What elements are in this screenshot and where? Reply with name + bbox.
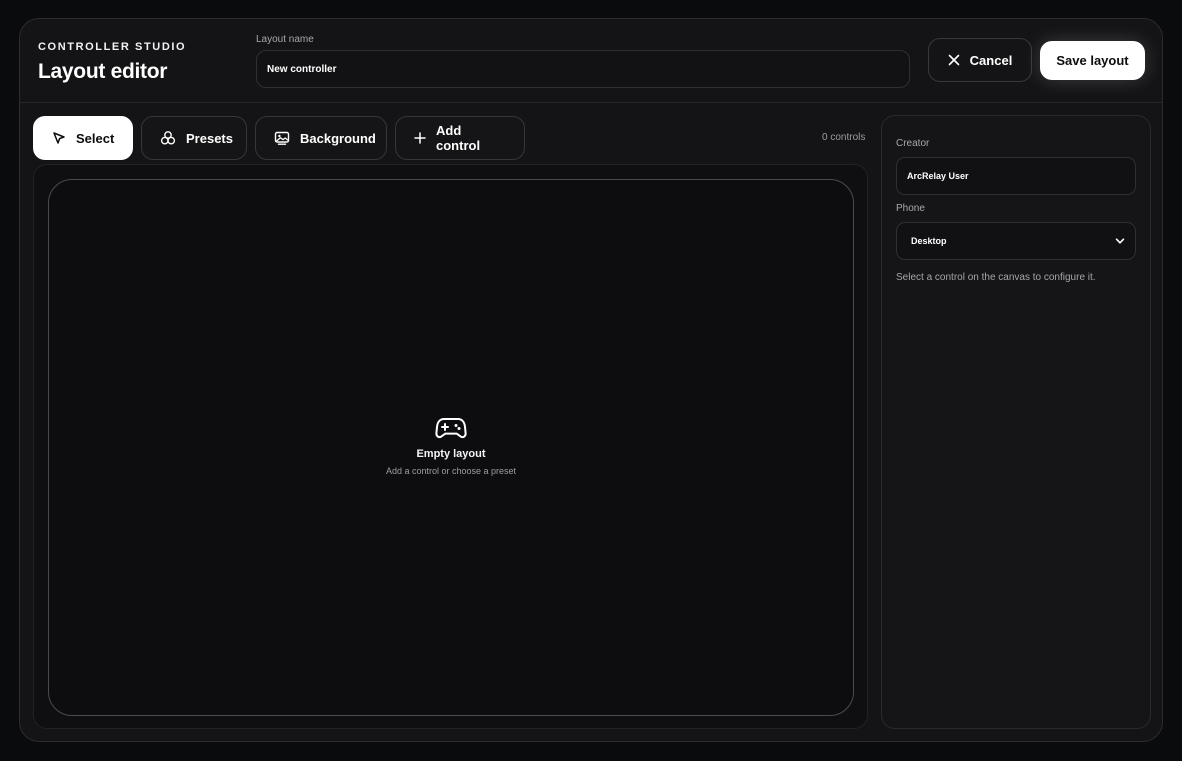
cancel-button[interactable]: Cancel: [928, 38, 1032, 82]
layout-editor-window: CONTROLLER STUDIO Layout editor Layout n…: [19, 18, 1163, 742]
empty-state-subtitle: Add a control or choose a preset: [385, 466, 517, 476]
tool-presets-label: Presets: [186, 130, 233, 146]
phone-select[interactable]: Desktop: [896, 222, 1136, 260]
gamepad-icon: [435, 418, 467, 439]
plus-icon: [414, 132, 426, 144]
empty-state: Empty layout Add a control or choose a p…: [49, 416, 853, 476]
add-control-label: Add control: [436, 123, 481, 153]
controls-count: 0 controls: [822, 132, 866, 143]
editor-header: CONTROLLER STUDIO Layout editor Layout n…: [20, 19, 1162, 103]
properties-panel: Creator Phone Desktop Select a control o…: [881, 115, 1151, 729]
tool-background[interactable]: Background: [255, 116, 387, 160]
empty-state-title: Empty layout: [416, 448, 486, 460]
close-icon: [948, 54, 959, 66]
app-eyebrow: CONTROLLER STUDIO: [38, 41, 187, 53]
chevron-down-icon: [1115, 238, 1125, 244]
tool-select-label: Select: [76, 130, 115, 146]
phone-label: Phone: [896, 203, 925, 214]
tool-presets[interactable]: Presets: [141, 116, 247, 160]
layout-canvas[interactable]: Empty layout Add a control or choose a p…: [48, 179, 854, 716]
page-title: Layout editor: [38, 60, 168, 83]
creator-label: Creator: [896, 138, 930, 149]
creator-input[interactable]: [896, 157, 1136, 195]
tool-select[interactable]: Select: [33, 116, 133, 160]
add-control-button[interactable]: Add control: [395, 116, 525, 160]
cursor-icon: [53, 132, 65, 144]
layout-name-label: Layout name: [256, 34, 314, 45]
phone-select-value: Desktop: [911, 236, 947, 246]
image-icon: [274, 131, 290, 145]
cancel-label: Cancel: [969, 52, 1013, 68]
presets-icon: [160, 131, 176, 145]
layout-name-input[interactable]: [256, 50, 910, 88]
panel-hint: Select a control on the canvas to config…: [896, 272, 1096, 283]
canvas-container: Empty layout Add a control or choose a p…: [33, 164, 868, 729]
tool-background-label: Background: [300, 130, 376, 146]
save-layout-label: Save layout: [1056, 53, 1129, 68]
save-layout-button[interactable]: Save layout: [1040, 41, 1145, 80]
